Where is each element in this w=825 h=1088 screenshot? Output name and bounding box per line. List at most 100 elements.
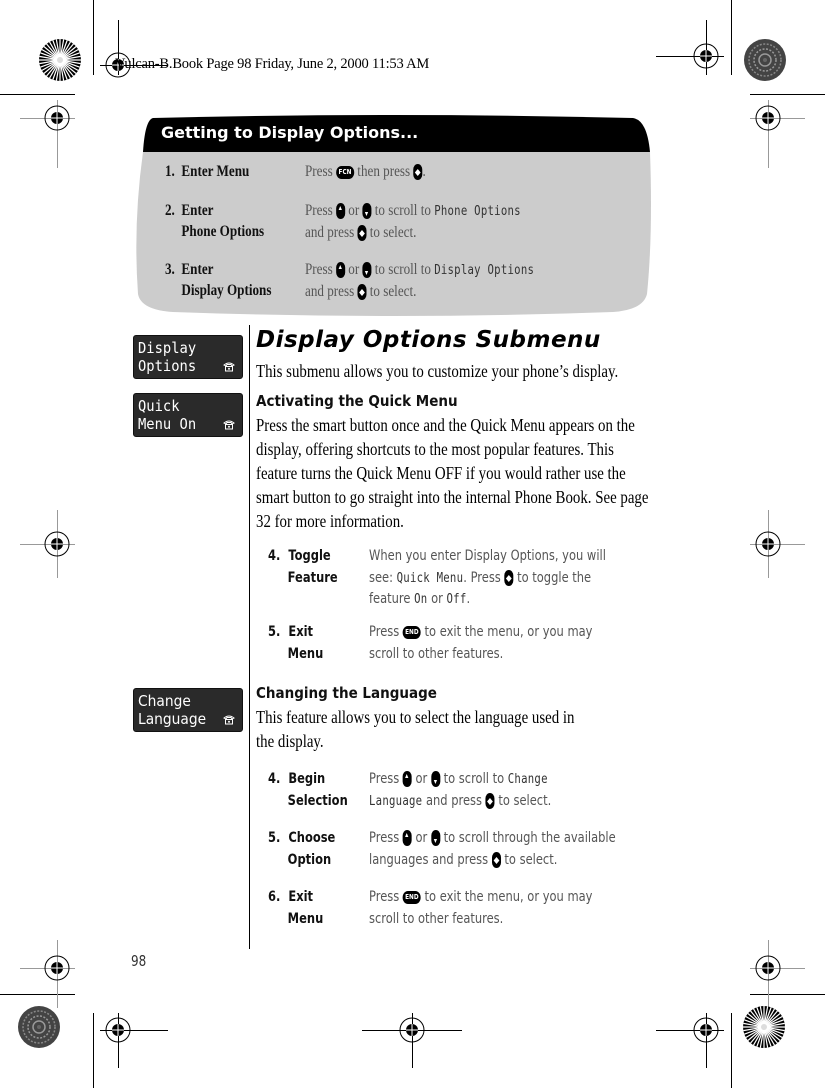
up-key-icon — [402, 830, 412, 846]
text: to select. — [494, 792, 552, 809]
phone-icon — [223, 420, 235, 430]
step-title: Enter Menu — [181, 163, 250, 180]
text: Press — [369, 624, 403, 640]
registration-mark-icon — [755, 955, 781, 981]
registration-mark-icon — [44, 955, 70, 981]
step-title: Phone Options — [181, 223, 265, 240]
step-title: Toggle — [288, 548, 331, 564]
text: languages and press — [369, 851, 492, 868]
text: to select. — [366, 283, 417, 300]
crop-mark — [731, 1013, 732, 1088]
crop-mark — [93, 0, 94, 75]
text: or — [427, 591, 447, 607]
end-key-icon: END — [402, 625, 421, 639]
registration-mark-icon — [44, 531, 70, 557]
text: or — [345, 261, 363, 278]
fcn-key-icon: FCN — [335, 165, 355, 179]
select-key-icon — [504, 569, 514, 586]
crop-mark — [750, 994, 825, 995]
step-label: 3. Enter Display Options — [165, 259, 271, 301]
text: to scroll through the available — [439, 830, 616, 846]
lcd-line: Language — [138, 710, 207, 728]
text: to select. — [500, 851, 558, 868]
text: or — [411, 830, 431, 846]
text: Press — [305, 163, 336, 180]
step-description: Press END to exit the menu, or you may s… — [369, 622, 592, 665]
starburst-mark-icon — [39, 39, 81, 81]
registration-mark-icon — [693, 43, 719, 69]
select-key-icon — [357, 225, 367, 242]
step-number: 1. — [165, 163, 175, 180]
page-title: Display Options Submenu — [256, 327, 601, 353]
text: Press — [305, 202, 336, 219]
text: to toggle the — [513, 569, 592, 586]
text: feature — [369, 591, 415, 607]
text: to exit the menu, or you may — [420, 624, 593, 640]
registration-mark-icon — [399, 1017, 425, 1043]
step-title: Choose — [288, 830, 336, 846]
step-title: Begin — [288, 771, 326, 787]
text: to scroll to — [371, 202, 435, 219]
step-title: Menu — [287, 645, 324, 662]
down-key-icon — [430, 771, 440, 787]
page-number: 98 — [131, 952, 147, 970]
step-title: Exit — [288, 889, 314, 905]
step-number: 5. — [268, 624, 281, 640]
intro-text: This submenu allows you to customize you… — [256, 361, 619, 381]
end-key-icon: END — [402, 890, 421, 904]
step-label: 5. Choose Option — [268, 828, 335, 871]
step-title: Option — [287, 851, 332, 868]
step-label: 1. Enter Menu — [165, 161, 249, 182]
step-title: Enter — [181, 261, 214, 278]
text: This feature allows you to select the la… — [256, 707, 575, 727]
registration-mark-icon — [105, 1017, 131, 1043]
lcd-line: Options — [138, 357, 197, 375]
section-heading-quick-menu: Activating the Quick Menu — [256, 392, 458, 410]
lcd-screen-quick-menu: Quick Menu On — [133, 393, 243, 437]
step-number: 3. — [165, 261, 175, 278]
registration-mark-icon — [693, 1017, 719, 1043]
quick-menu-body: Press the smart button once and the Quic… — [256, 415, 649, 531]
step-title: Exit — [288, 624, 314, 640]
text: then press — [354, 163, 414, 180]
step-number: 6. — [268, 889, 281, 905]
down-key-icon — [430, 830, 440, 846]
step-number: 5. — [268, 830, 281, 846]
step-description: Press or to scroll to Display Options an… — [305, 259, 534, 302]
down-key-icon — [362, 262, 372, 279]
step-description: Press or to scroll to Phone Options and … — [305, 200, 521, 243]
select-key-icon — [413, 164, 423, 181]
select-key-icon — [357, 284, 367, 301]
text: scroll to other features. — [369, 645, 504, 662]
crop-mark — [731, 0, 732, 75]
text: or — [345, 202, 363, 219]
language-body: This feature allows you to select the la… — [256, 705, 656, 753]
text: . — [422, 163, 426, 180]
step-title: Selection — [287, 792, 348, 809]
step-label: 2. Enter Phone Options — [165, 200, 264, 242]
lcd-text: Quick Menu — [396, 570, 464, 586]
step-number: 2. — [165, 202, 175, 219]
registration-mark-icon — [755, 105, 781, 131]
crop-mark — [93, 1013, 94, 1088]
lcd-text: Language — [369, 793, 423, 809]
step-number: 4. — [268, 771, 281, 787]
section-heading-language: Changing the Language — [256, 684, 437, 702]
text: to select. — [366, 224, 417, 241]
step-title: Menu — [287, 910, 324, 927]
print-slug: Vulcan-B.Book Page 98 Friday, June 2, 20… — [115, 56, 430, 72]
registration-mark-icon — [44, 105, 70, 131]
up-key-icon — [335, 203, 346, 220]
step-title: Feature — [287, 569, 338, 586]
lcd-text: Display Options — [434, 263, 535, 278]
crop-mark — [0, 94, 75, 95]
text: Press — [369, 830, 403, 846]
step-label: 4. Begin Selection — [268, 769, 348, 812]
up-key-icon — [335, 262, 346, 279]
text: to scroll to — [371, 261, 435, 278]
getting-to-panel: Getting to Display Options... 1. Enter M… — [133, 114, 653, 319]
text: . — [466, 591, 471, 607]
lcd-text: On — [414, 592, 428, 607]
text: and press — [422, 792, 486, 809]
rosette-mark-icon — [18, 1006, 60, 1048]
